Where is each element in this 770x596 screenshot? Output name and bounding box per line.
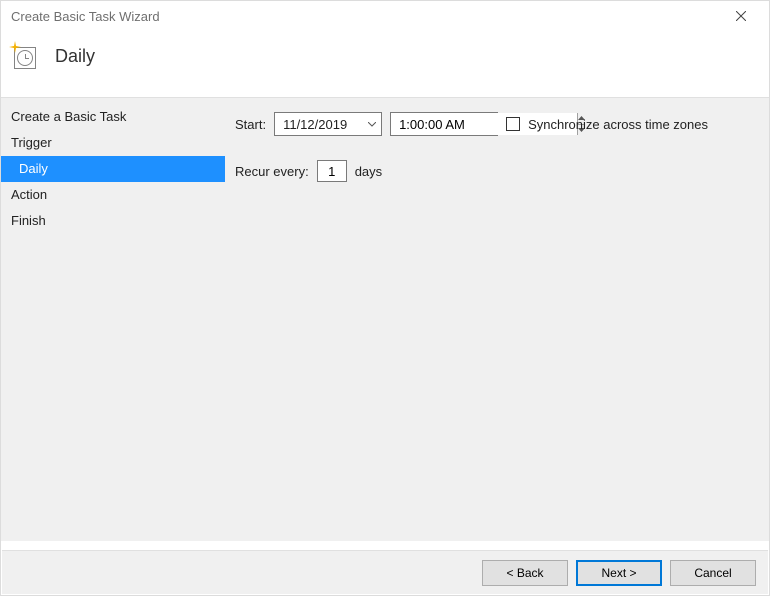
wizard-nav: Create a Basic TaskTriggerDailyActionFin…: [1, 98, 225, 541]
nav-item-daily[interactable]: Daily: [1, 156, 225, 182]
cancel-button[interactable]: Cancel: [670, 560, 756, 586]
back-button[interactable]: < Back: [482, 560, 568, 586]
wizard-header: Daily: [1, 31, 769, 98]
chevron-down-icon: [367, 122, 377, 127]
nav-item-action[interactable]: Action: [1, 182, 225, 208]
sync-timezones-checkbox[interactable]: [506, 117, 520, 131]
nav-item-create-a-basic-task[interactable]: Create a Basic Task: [1, 104, 225, 130]
recur-label-left: Recur every:: [235, 164, 309, 179]
close-button[interactable]: [721, 4, 761, 28]
wizard-window: Create Basic Task Wizard Daily Create a …: [0, 0, 770, 596]
start-date-picker[interactable]: 11/12/2019: [274, 112, 382, 136]
recur-days-input[interactable]: [317, 160, 347, 182]
start-date-value: 11/12/2019: [283, 117, 347, 132]
recur-row: Recur every: days: [235, 160, 759, 182]
header-icon: [9, 41, 39, 71]
sparkle-icon: [9, 41, 21, 53]
start-time-spinner[interactable]: [390, 112, 498, 136]
page-title: Daily: [55, 46, 95, 67]
nav-item-finish[interactable]: Finish: [1, 208, 225, 234]
nav-item-trigger[interactable]: Trigger: [1, 130, 225, 156]
wizard-footer: < Back Next > Cancel: [2, 550, 768, 594]
title-bar: Create Basic Task Wizard: [1, 1, 769, 31]
start-label: Start:: [235, 117, 266, 132]
window-title: Create Basic Task Wizard: [11, 9, 160, 24]
start-row: Start: 11/12/2019: [235, 112, 759, 136]
form-area: Start: 11/12/2019: [225, 98, 769, 541]
close-icon: [736, 11, 746, 21]
wizard-body: Create a Basic TaskTriggerDailyActionFin…: [1, 98, 769, 541]
next-button[interactable]: Next >: [576, 560, 662, 586]
sync-timezones-label: Synchronize across time zones: [528, 117, 708, 132]
recur-label-right: days: [355, 164, 382, 179]
